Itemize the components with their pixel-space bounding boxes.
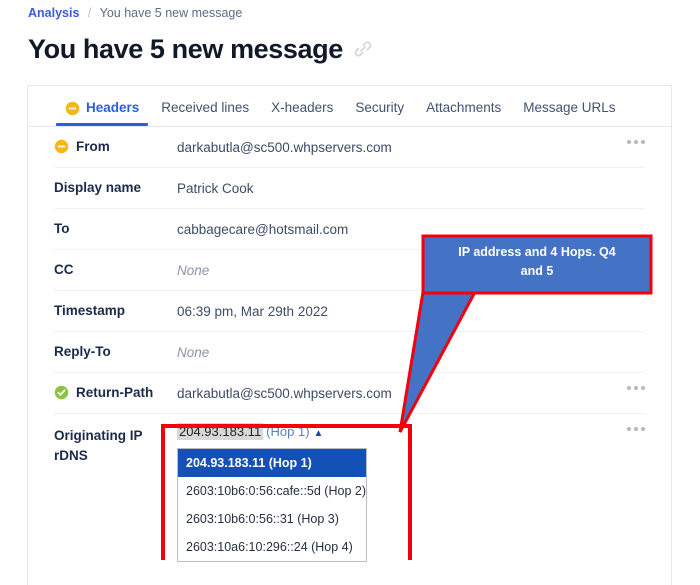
field-label-display-name-text: Display name — [54, 180, 142, 195]
field-label-to-text: To — [54, 221, 70, 236]
tab-message-urls-label: Message URLs — [523, 100, 616, 115]
row-more-menu-originating-ip[interactable] — [627, 427, 645, 431]
field-label-return-path-text: Return-Path — [76, 385, 154, 400]
dropdown-option-hop-3[interactable]: 2603:10b6:0:56::31 (Hop 3) — [178, 505, 366, 533]
tab-headers-label: Headers — [86, 100, 140, 115]
table-row: CC None — [54, 250, 645, 291]
field-label-timestamp-text: Timestamp — [54, 303, 126, 318]
dropdown-option-hop-2[interactable]: 2603:10b6:0:56:cafe::5d (Hop 2) — [178, 477, 366, 505]
minus-circle-warning-icon — [54, 139, 69, 154]
field-value-timestamp: 06:39 pm, Mar 29th 2022 — [177, 304, 328, 319]
field-label-to: To — [54, 209, 177, 236]
originating-ip-selected-value[interactable]: 204.93.183.11 (Hop 1) ▲ — [177, 423, 645, 442]
field-label-originating-ip-text: Originating IP — [54, 428, 143, 443]
link-icon[interactable] — [353, 39, 373, 59]
field-label-return-path: Return-Path — [54, 373, 177, 400]
chevron-up-icon[interactable]: ▲ — [310, 428, 324, 439]
tab-bar: Headers Received lines X-headers Securit… — [28, 86, 671, 127]
tab-received-lines-label: Received lines — [161, 100, 250, 115]
field-label-timestamp: Timestamp — [54, 291, 177, 318]
tab-security[interactable]: Security — [344, 100, 415, 126]
field-label-reply-to: Reply-To — [54, 332, 177, 359]
selected-ip-hop: (Hop 1) — [266, 424, 310, 439]
field-label-cc-text: CC — [54, 262, 74, 277]
originating-ip-control: 204.93.183.11 (Hop 1) ▲ 204.93.183.11 (Hop… — [177, 414, 645, 562]
page-title-row: You have 5 new message — [28, 32, 373, 66]
table-row-originating-ip: Originating IP rDNS 204.93.183.11 (Hop 1)… — [54, 414, 645, 562]
page-title: You have 5 new message — [28, 34, 343, 64]
field-label-originating-ip: Originating IP rDNS — [54, 414, 177, 466]
row-more-menu-return-path[interactable] — [627, 386, 645, 390]
field-label-from-text: From — [76, 139, 110, 154]
selected-ip-text: 204.93.183.11 — [177, 423, 264, 440]
tab-message-urls[interactable]: Message URLs — [512, 100, 626, 126]
tab-attachments[interactable]: Attachments — [415, 100, 512, 126]
breadcrumb-current: You have 5 new message — [99, 6, 243, 20]
field-label-cc: CC — [54, 250, 177, 277]
row-more-menu-from[interactable] — [627, 140, 645, 144]
minus-circle-warning-icon — [65, 101, 80, 116]
table-row: Timestamp 06:39 pm, Mar 29th 2022 — [54, 291, 645, 332]
check-circle-success-icon — [54, 385, 69, 400]
breadcrumb-link-analysis[interactable]: Analysis — [28, 6, 79, 20]
field-value-reply-to: None — [177, 345, 210, 360]
breadcrumb: Analysis / You have 5 new message — [28, 5, 242, 21]
field-label-rdns-text: rDNS — [54, 448, 88, 463]
field-value-return-path: darkabutla@sc500.whpservers.com — [177, 386, 392, 401]
field-label-reply-to-text: Reply-To — [54, 344, 111, 359]
field-value-to: cabbagecare@hotsmail.com — [177, 222, 349, 237]
table-row: Display name Patrick Cook — [54, 168, 645, 209]
tab-headers[interactable]: Headers — [54, 100, 150, 126]
breadcrumb-separator: / — [87, 6, 92, 20]
table-row: Reply-To None — [54, 332, 645, 373]
field-value-display-name: Patrick Cook — [177, 181, 254, 196]
table-row: To cabbagecare@hotsmail.com — [54, 209, 645, 250]
field-value-cc: None — [177, 263, 210, 278]
field-label-from: From — [54, 127, 177, 154]
header-field-list: From darkabutla@sc500.whpservers.com Dis… — [28, 127, 671, 562]
dropdown-option-hop-4[interactable]: 2603:10a6:10:296::24 (Hop 4) — [178, 533, 366, 561]
headers-card: Headers Received lines X-headers Securit… — [27, 85, 672, 585]
tab-attachments-label: Attachments — [426, 100, 502, 115]
table-row: Return-Path darkabutla@sc500.whpservers.… — [54, 373, 645, 414]
tab-x-headers[interactable]: X-headers — [260, 100, 344, 126]
table-row: From darkabutla@sc500.whpservers.com — [54, 127, 645, 168]
dropdown-option-hop-1[interactable]: 204.93.183.11 (Hop 1) — [178, 449, 366, 477]
tab-received-lines[interactable]: Received lines — [150, 100, 260, 126]
originating-ip-dropdown-list[interactable]: 204.93.183.11 (Hop 1) 2603:10b6:0:56:caf… — [177, 448, 367, 562]
tab-security-label: Security — [355, 100, 405, 115]
tab-x-headers-label: X-headers — [271, 100, 334, 115]
field-value-from: darkabutla@sc500.whpservers.com — [177, 140, 392, 155]
field-label-display-name: Display name — [54, 168, 177, 195]
